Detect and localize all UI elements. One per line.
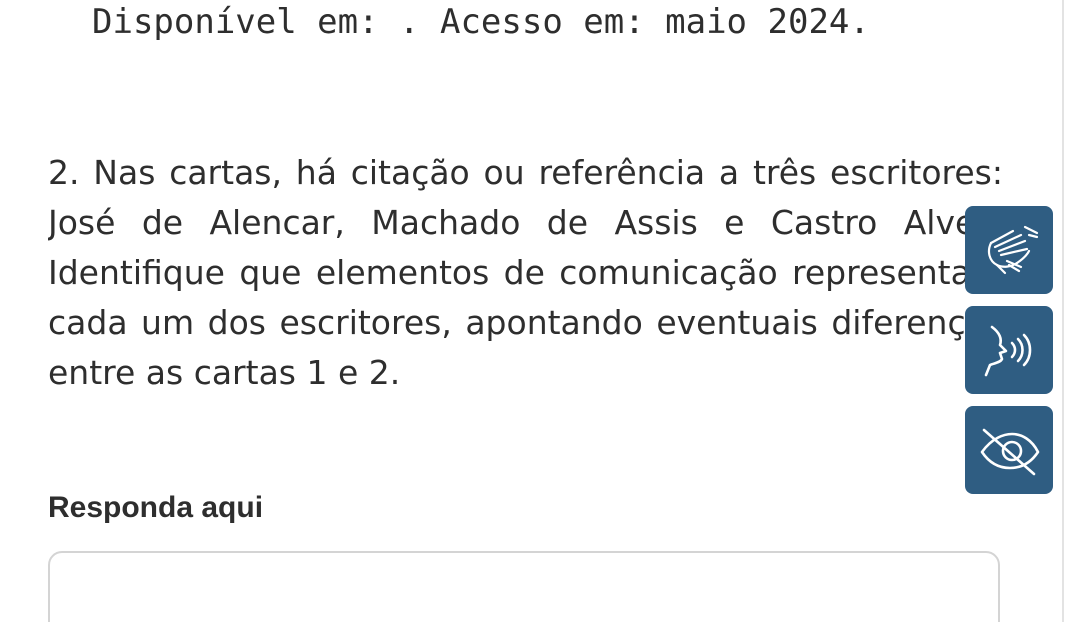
answer-label: Responda aqui [48,491,264,524]
page: Disponível em: . Acesso em: maio 2024. 2… [0,0,1064,622]
answer-input[interactable] [48,551,1000,622]
visibility-toggle-button[interactable] [965,406,1053,494]
page-border [1062,0,1064,622]
question-text: 2. Nas cartas, há citação ou referência … [48,153,1003,392]
citation-text: Disponível em: . Acesso em: maio 2024. [92,2,870,42]
eye-slash-icon [976,422,1042,478]
voice-reader-button[interactable] [965,306,1053,394]
sign-language-icon [977,221,1041,279]
speaking-head-icon [978,319,1040,381]
sign-language-button[interactable] [965,206,1053,294]
